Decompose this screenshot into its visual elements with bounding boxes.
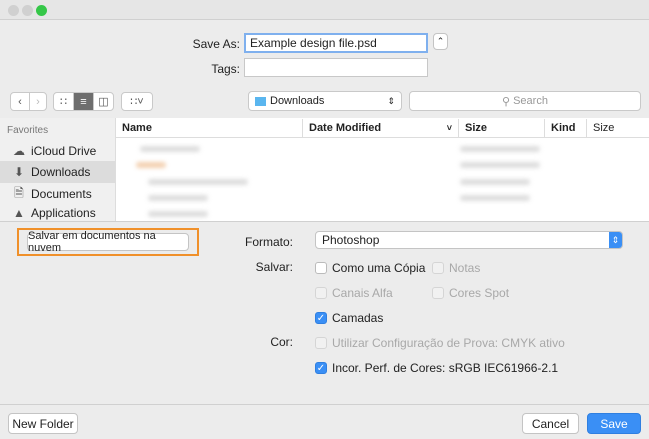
sidebar-item-label: Downloads (31, 165, 91, 179)
sidebar-section-favorites: Favorites (7, 125, 49, 136)
cloud-icon: ☁ (13, 144, 25, 158)
arrange-button[interactable]: ∷˅ (121, 92, 153, 111)
applications-icon: ▲ (13, 206, 25, 220)
sidebar-item-applications[interactable]: ▲ Applications (0, 205, 115, 221)
sidebar-item-label: Documents (31, 187, 92, 201)
collapse-button[interactable]: ⌃ (433, 33, 448, 50)
close-button[interactable] (8, 5, 19, 16)
checkbox-label: Cores Spot (449, 286, 510, 300)
format-dropdown[interactable]: Photoshop ⇕ (315, 231, 623, 249)
save-label: Salvar: (255, 260, 293, 274)
checkbox-notas[interactable]: Notas (432, 261, 480, 275)
column-header-kind[interactable]: Kind (544, 119, 586, 137)
sidebar-item-icloud-drive[interactable]: ☁ iCloud Drive (0, 140, 115, 162)
checkbox[interactable] (315, 337, 327, 349)
save-button[interactable]: Save (587, 413, 641, 434)
back-button[interactable]: ‹ (10, 92, 30, 111)
tags-label: Tags: (211, 62, 240, 76)
blurred-row (148, 211, 208, 217)
sidebar-item-downloads[interactable]: ⬇ Downloads (0, 161, 115, 183)
checkbox-canais-alfa[interactable]: Canais Alfa (315, 286, 393, 300)
folder-icon (255, 96, 266, 106)
cancel-button[interactable]: Cancel (522, 413, 579, 434)
zoom-button[interactable] (36, 5, 47, 16)
new-folder-button[interactable]: New Folder (8, 413, 78, 434)
icon-view-button[interactable]: ∷ (53, 92, 74, 111)
tags-input[interactable] (244, 58, 428, 77)
checkbox[interactable] (432, 287, 444, 299)
footer-divider (0, 404, 649, 405)
sidebar-item-label: iCloud Drive (31, 144, 97, 158)
checkbox-label: Incor. Perf. de Cores: sRGB IEC61966-2.1 (332, 361, 559, 375)
checkbox-label: Canais Alfa (332, 286, 393, 300)
checkbox-como-uma-copia[interactable]: Como uma Cópia (315, 261, 425, 275)
blurred-row (136, 162, 166, 168)
document-icon: 🗎 (14, 185, 24, 200)
blurred-row (460, 146, 540, 152)
search-input[interactable]: ⚲ Search (409, 91, 641, 111)
blurred-row (460, 195, 530, 201)
updown-icon: ⇕ (387, 95, 395, 106)
column-view-button[interactable]: ◫ (93, 92, 114, 111)
column-label: Size (465, 122, 488, 134)
location-label: Downloads (270, 95, 325, 107)
column-label: Date Modified (309, 122, 382, 134)
sidebar-item-label: Applications (31, 206, 96, 220)
column-label: Kind (551, 122, 576, 134)
blurred-row (460, 162, 540, 168)
download-icon: ⬇ (13, 165, 25, 179)
save-as-label: Save As: (192, 37, 240, 51)
checkbox-label: Notas (449, 261, 481, 275)
checkbox-cores-spot[interactable]: Cores Spot (432, 286, 509, 300)
sidebar-item-documents[interactable]: 🗎 Documents (0, 183, 115, 205)
checkbox-label: Como uma Cópia (332, 261, 426, 275)
checkbox-label: Utilizar Configuração de Prova: CMYK ati… (332, 336, 565, 350)
color-label: Cor: (270, 335, 293, 349)
checkbox-label: Camadas (332, 311, 384, 325)
blurred-row (148, 195, 208, 201)
checkbox[interactable] (432, 262, 444, 274)
column-header-date-modified[interactable]: Date Modified ˅ (302, 119, 458, 137)
column-header-size[interactable]: Size (458, 119, 544, 137)
location-dropdown[interactable]: Downloads ⇕ (248, 91, 402, 111)
header-divider (116, 137, 649, 138)
blurred-row (460, 179, 530, 185)
format-label: Formato: (244, 235, 293, 249)
list-view-button[interactable]: ≡ (73, 92, 94, 111)
checkmark-icon[interactable]: ✓ (315, 362, 327, 374)
checkbox[interactable] (315, 262, 327, 274)
checkbox-proof-setup[interactable]: Utilizar Configuração de Prova: CMYK ati… (315, 336, 565, 350)
forward-button[interactable]: › (29, 92, 47, 111)
blurred-row (140, 146, 200, 152)
column-header-size-2[interactable]: Size (586, 119, 649, 137)
column-header-name[interactable]: Name (116, 119, 302, 137)
column-label: Name (122, 122, 152, 134)
options-divider (0, 221, 649, 222)
save-to-cloud-button[interactable]: Salvar em documentos na nuvem (27, 230, 189, 254)
title-bar (0, 0, 649, 20)
file-name-input[interactable]: Example design file.psd (244, 33, 428, 53)
search-placeholder: Search (513, 95, 548, 107)
search-icon: ⚲ (502, 95, 511, 108)
updown-icon: ⇕ (609, 232, 622, 248)
checkmark-icon[interactable]: ✓ (315, 312, 327, 324)
checkbox[interactable] (315, 287, 327, 299)
minimize-button[interactable] (22, 5, 33, 16)
checkbox-color-profile[interactable]: ✓ Incor. Perf. de Cores: sRGB IEC61966-2.… (315, 361, 558, 375)
format-value: Photoshop (322, 233, 380, 247)
chevron-down-icon: ˅ (446, 123, 452, 133)
checkbox-camadas[interactable]: ✓ Camadas (315, 311, 383, 325)
column-label: Size (593, 122, 615, 134)
blurred-row (148, 179, 248, 185)
